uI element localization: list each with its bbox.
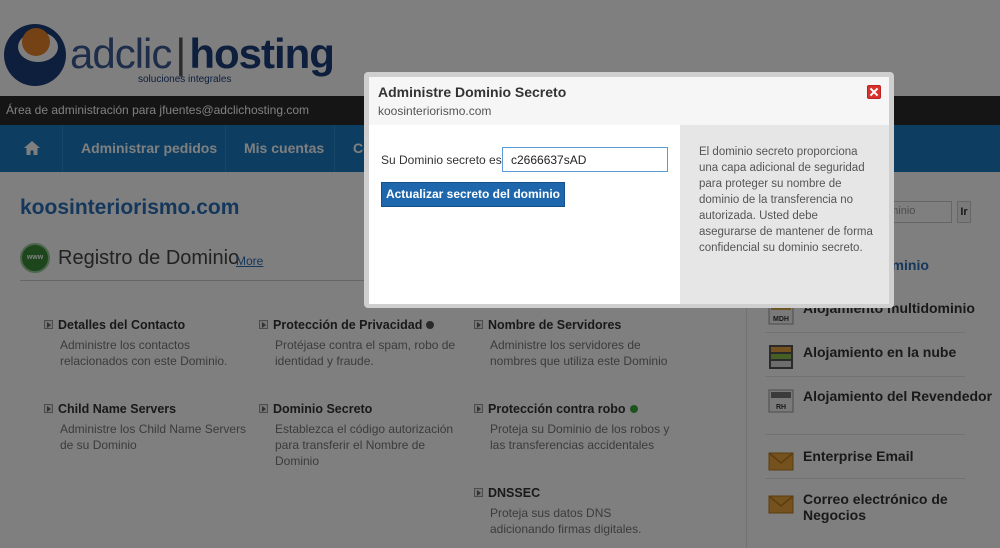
modal-title: Administre Dominio Secreto bbox=[378, 84, 567, 100]
domain-secret-input[interactable] bbox=[502, 147, 668, 172]
domain-secret-label: Su Dominio secreto es : bbox=[381, 153, 509, 167]
modal-subtitle: koosinteriorismo.com bbox=[378, 104, 492, 118]
close-icon[interactable] bbox=[867, 85, 881, 99]
domain-secret-modal: Administre Dominio Secreto koosinteriori… bbox=[364, 72, 894, 308]
update-secret-button[interactable]: Actualizar secreto del dominio bbox=[381, 182, 565, 207]
info-text: El dominio secreto proporciona una capa … bbox=[699, 146, 873, 254]
modal-form: Su Dominio secreto es : Actualizar secre… bbox=[369, 125, 680, 304]
modal-header: Administre Dominio Secreto koosinteriori… bbox=[369, 77, 889, 125]
modal-info-panel: El dominio secreto proporciona una capa … bbox=[680, 125, 889, 304]
